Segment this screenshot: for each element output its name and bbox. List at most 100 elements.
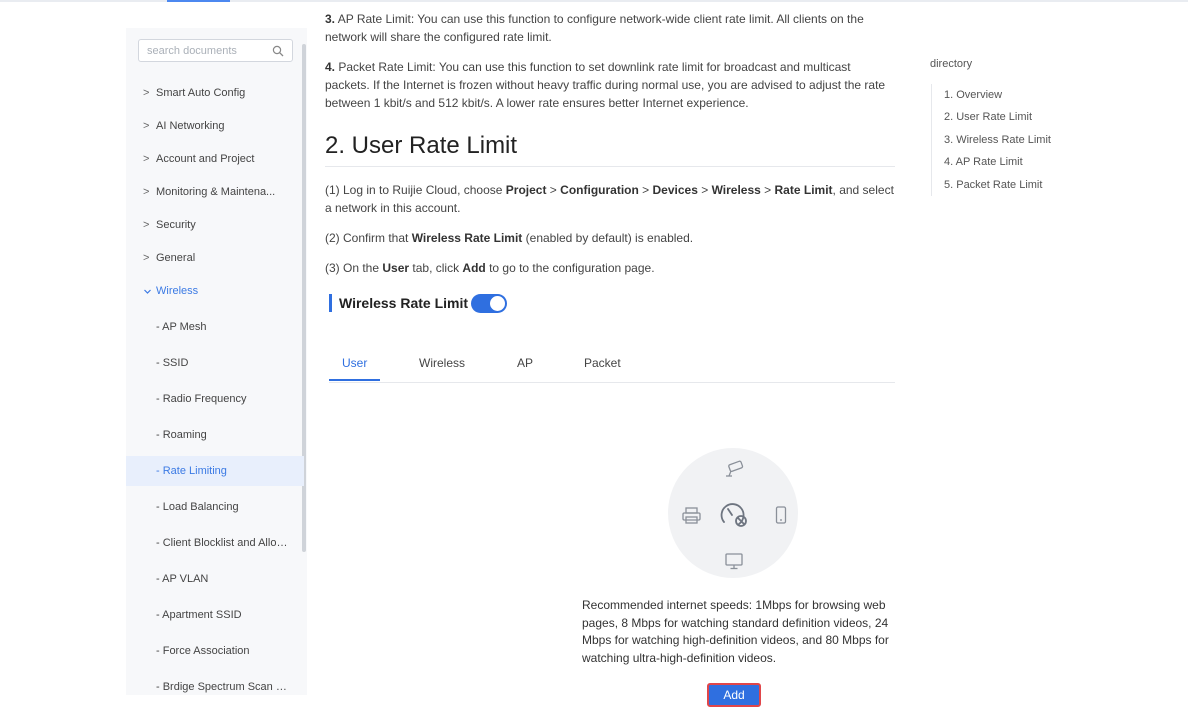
tab-ap[interactable]: AP [517,356,533,370]
directory-link-ap-rate-limit[interactable]: 4. AP Rate Limit [944,156,1023,168]
chevron-right-icon: > [143,120,150,132]
heading-divider [325,166,895,167]
sidebar-subitem-label: - Client Blocklist and Allowl... [156,537,292,549]
camera-icon [726,460,744,477]
sidebar-item-label: Smart Auto Config [156,87,246,99]
sidebar-subitem-label: - Load Balancing [156,501,239,513]
chevron-right-icon: > [143,186,150,198]
sidebar-subitem-label: - Roaming [156,429,207,441]
directory-link-overview[interactable]: 1. Overview [944,89,1002,101]
sidebar-item-security[interactable]: > Security [126,209,304,241]
active-tab-indicator [329,379,380,381]
step-text: (1) Log in to Ruijie Cloud, choose [325,183,506,197]
tab-packet[interactable]: Packet [584,356,621,370]
step-bold: Wireless Rate Limit [411,231,523,245]
step-text: (3) On the [325,261,383,275]
step-bold: Add [462,261,486,275]
step-bold: User [382,261,410,275]
sidebar-item-account-and-project[interactable]: > Account and Project [126,143,304,175]
search-box [138,39,293,62]
sidebar-item-label: AI Networking [156,120,225,132]
sidebar-subitem-label: - Radio Frequency [156,393,247,405]
paragraph-text: Packet Rate Limit: You can use this func… [325,60,886,110]
sidebar-subitem-label: - SSID [156,357,189,369]
sidebar-item-label: Account and Project [156,153,255,165]
menu-path-rate-limit: Rate Limit [774,183,833,197]
sidebar-subitem-bridge-spectrum-scan[interactable]: - Brdige Spectrum Scan an... [126,672,304,702]
wireless-rate-limit-toggle[interactable] [471,294,507,313]
directory-title: directory [930,58,973,70]
sidebar-subitem-apartment-ssid[interactable]: - Apartment SSID [126,600,304,630]
sidebar-subitem-ap-vlan[interactable]: - AP VLAN [126,564,304,594]
sidebar-subitem-label: - AP VLAN [156,573,209,585]
step-text: (2) Confirm that [325,231,412,245]
menu-path-devices: Devices [652,183,698,197]
top-tab-indicator [167,0,230,2]
sidebar-item-ai-networking[interactable]: > AI Networking [126,110,304,142]
printer-icon [682,507,701,524]
path-separator: > [760,183,775,197]
sidebar-item-label: General [156,252,196,264]
sidebar-subitem-label: - Rate Limiting [156,465,227,477]
chevron-right-icon: > [143,219,150,231]
sidebar-item-monitoring[interactable]: > Monitoring & Maintena... [126,176,304,208]
directory-link-packet-rate-limit[interactable]: 5. Packet Rate Limit [944,179,1042,191]
sidebar-subitem-label: - Brdige Spectrum Scan an... [156,681,292,693]
search-icon[interactable] [272,45,284,57]
sidebar-subitem-label: - Force Association [156,645,250,657]
sidebar-subitem-load-balancing[interactable]: - Load Balancing [126,492,304,522]
desktop-icon [725,553,743,570]
tab-user[interactable]: User [342,356,367,370]
sidebar-item-label: Monitoring & Maintena... [156,186,276,198]
chevron-right-icon: > [143,252,150,264]
path-separator: > [697,183,712,197]
sidebar-subitem-client-blocklist[interactable]: - Client Blocklist and Allowl... [126,528,304,558]
sidebar-subitem-roaming[interactable]: - Roaming [126,420,304,450]
directory-divider [931,84,932,196]
sidebar-subitem-ap-mesh[interactable]: - AP Mesh [126,312,304,342]
toggle-label: Wireless Rate Limit [339,295,469,311]
step-3: (3) On the User tab, click Add to go to … [325,259,895,277]
sidebar-subitem-radio-frequency[interactable]: - Radio Frequency [126,384,304,414]
search-input[interactable] [139,40,267,61]
step-2: (2) Confirm that Wireless Rate Limit (en… [325,229,895,247]
speed-limit-icon [720,503,747,527]
item-number: 4. [325,60,336,74]
step-text: to go to the configuration page. [485,261,655,275]
paragraph-packet-rate-limit: 4. Packet Rate Limit: You can use this f… [325,58,895,112]
sidebar-item-label: Wireless [156,285,199,297]
rate-limit-tabs: User Wireless AP Packet [329,350,895,383]
sidebar-item-smart-auto-config[interactable]: > Smart Auto Config [126,77,304,109]
section-heading: 2. User Rate Limit [325,132,518,159]
directory-link-wireless-rate-limit[interactable]: 3. Wireless Rate Limit [944,134,1051,146]
section-marker [329,294,332,312]
sidebar-subitem-label: - AP Mesh [156,321,207,333]
sidebar-subitem-rate-limiting[interactable]: - Rate Limiting [126,456,304,486]
path-separator: > [638,183,653,197]
chevron-right-icon: > [143,87,150,99]
recommended-speeds-text: Recommended internet speeds: 1Mbps for b… [582,598,889,665]
sidebar-subitem-ssid[interactable]: - SSID [126,348,304,378]
menu-path-project: Project [505,183,547,197]
add-button[interactable]: Add [707,683,761,707]
chevron-down-icon [143,275,152,307]
directory-link-user-rate-limit[interactable]: 2. User Rate Limit [944,111,1032,123]
paragraph-ap-rate-limit: 3. AP Rate Limit: You can use this funct… [325,10,895,46]
sidebar-subitem-label: - Apartment SSID [156,609,242,621]
sidebar-item-general[interactable]: > General [126,242,304,274]
item-number: 3. [325,12,336,26]
phone-icon [775,506,787,524]
step-text: tab, click [409,261,463,275]
step-1: (1) Log in to Ruijie Cloud, choose Proje… [325,181,895,217]
paragraph-text: AP Rate Limit: You can use this function… [325,12,864,44]
toggle-knob [490,296,505,311]
sidebar-subitem-force-association[interactable]: - Force Association [126,636,304,666]
tab-wireless[interactable]: Wireless [419,356,465,370]
sidebar-item-label: Security [156,219,196,231]
chevron-right-icon: > [143,153,150,165]
path-separator: > [546,183,561,197]
menu-path-configuration: Configuration [560,183,639,197]
sidebar-item-wireless[interactable]: Wireless [126,275,304,307]
step-text: (enabled by default) is enabled. [522,231,694,245]
menu-path-wireless: Wireless [711,183,761,197]
